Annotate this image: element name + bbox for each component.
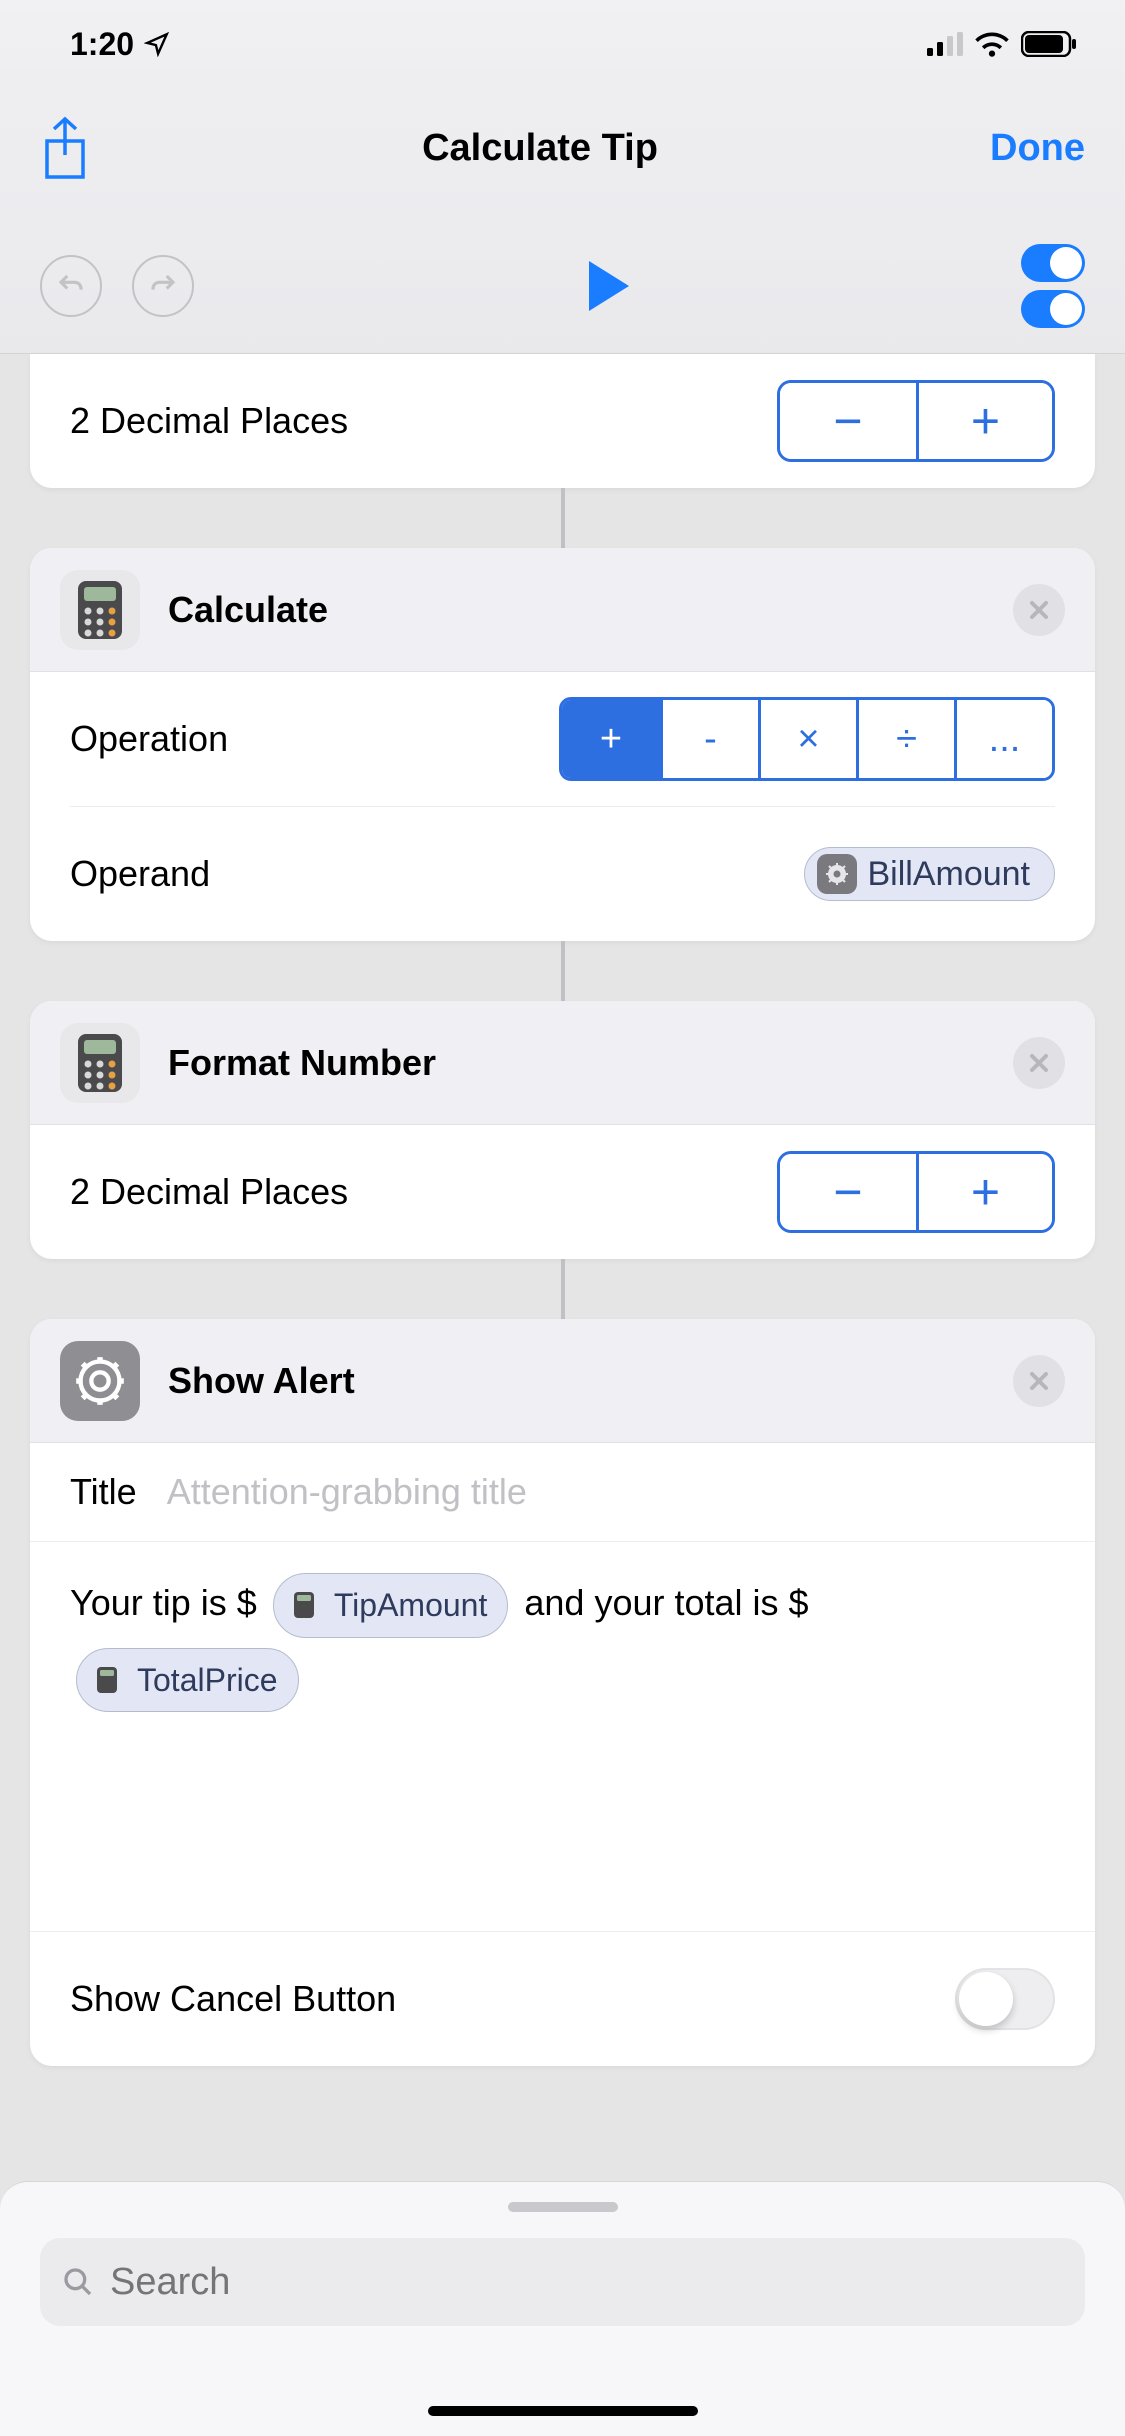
view-toggles[interactable] <box>1021 244 1085 328</box>
signal-icon <box>927 32 963 56</box>
calculator-icon <box>284 1585 324 1625</box>
alert-message-body[interactable]: Your tip is $ TipAmount and your total i… <box>30 1542 1095 1932</box>
calculator-icon <box>60 1023 140 1103</box>
delete-action-button[interactable] <box>1013 1037 1065 1089</box>
status-time: 1:20 <box>70 26 134 63</box>
decimal-places-label: 2 Decimal Places <box>70 1171 348 1213</box>
wifi-icon <box>975 31 1009 57</box>
search-icon <box>62 2266 94 2298</box>
action-card-show-alert: Show Alert Title Attention-grabbing titl… <box>30 1319 1095 2066</box>
operand-label: Operand <box>70 853 210 895</box>
show-cancel-label: Show Cancel Button <box>70 1978 396 2020</box>
op-more[interactable]: ... <box>954 700 1052 778</box>
alert-title-label: Title <box>70 1471 137 1513</box>
redo-button[interactable] <box>132 255 194 317</box>
connector <box>561 941 565 1001</box>
delete-action-button[interactable] <box>1013 584 1065 636</box>
share-icon[interactable] <box>40 115 90 181</box>
stepper-plus[interactable]: + <box>916 383 1052 459</box>
status-bar: 1:20 <box>0 0 1125 88</box>
stepper-minus[interactable]: − <box>780 383 916 459</box>
done-button[interactable]: Done <box>990 127 1085 170</box>
location-icon <box>144 31 170 57</box>
battery-icon <box>1021 31 1077 57</box>
decimal-places-stepper[interactable]: − + <box>777 380 1055 462</box>
undo-button[interactable] <box>40 255 102 317</box>
operation-segments[interactable]: + - × ÷ ... <box>559 697 1055 781</box>
totalprice-token[interactable]: TotalPrice <box>76 1648 299 1712</box>
operation-label: Operation <box>70 718 228 760</box>
gear-icon <box>817 854 857 894</box>
gear-icon <box>60 1341 140 1421</box>
alert-msg-part1: Your tip is $ <box>70 1582 257 1623</box>
stepper-minus[interactable]: − <box>780 1154 916 1230</box>
page-title: Calculate Tip <box>422 127 658 170</box>
action-card-format-number-top: 2 Decimal Places − + <box>30 354 1095 488</box>
tool-bar <box>0 238 1125 354</box>
show-cancel-toggle[interactable] <box>955 1968 1055 2030</box>
operand-token[interactable]: BillAmount <box>804 847 1055 901</box>
decimal-places-label: 2 Decimal Places <box>70 400 348 442</box>
stepper-plus[interactable]: + <box>916 1154 1052 1230</box>
search-field[interactable] <box>40 2238 1085 2326</box>
action-card-format-number: Format Number 2 Decimal Places − + <box>30 1001 1095 1259</box>
alert-title-input[interactable]: Attention-grabbing title <box>167 1471 527 1513</box>
action-title: Calculate <box>168 589 328 631</box>
op-add[interactable]: + <box>562 700 660 778</box>
action-title: Show Alert <box>168 1360 355 1402</box>
nav-bar: Calculate Tip Done <box>0 88 1125 238</box>
action-card-calculate: Calculate Operation + - × ÷ ... Operand <box>30 548 1095 941</box>
calculator-icon <box>60 570 140 650</box>
home-indicator[interactable] <box>428 2406 698 2416</box>
decimal-places-stepper[interactable]: − + <box>777 1151 1055 1233</box>
op-subtract[interactable]: - <box>660 700 758 778</box>
search-input[interactable] <box>110 2261 1063 2304</box>
alert-msg-part2: and your total is $ <box>524 1582 808 1623</box>
play-button[interactable] <box>585 259 631 313</box>
tipamount-token[interactable]: TipAmount <box>273 1573 509 1637</box>
op-divide[interactable]: ÷ <box>856 700 954 778</box>
delete-action-button[interactable] <box>1013 1355 1065 1407</box>
calculator-icon <box>87 1660 127 1700</box>
connector <box>561 488 565 548</box>
action-library-sheet[interactable] <box>0 2181 1125 2436</box>
operand-token-label: BillAmount <box>867 855 1030 894</box>
op-multiply[interactable]: × <box>758 700 856 778</box>
connector <box>561 1259 565 1319</box>
action-title: Format Number <box>168 1042 436 1084</box>
sheet-grabber[interactable] <box>508 2202 618 2212</box>
